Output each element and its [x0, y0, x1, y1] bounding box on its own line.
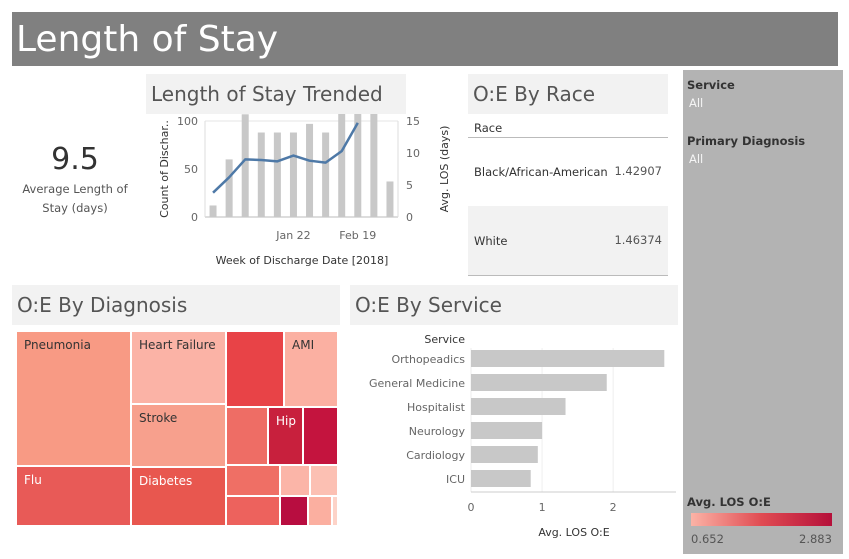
trend-left-tick-label: 0: [191, 211, 198, 224]
race-name: White: [474, 234, 508, 248]
service-category-label: Orthopeadics: [391, 353, 465, 366]
trend-bar: [225, 159, 233, 217]
treemap-cell-heart-failure[interactable]: Heart Failure: [131, 331, 226, 404]
filter-panel: Service All Primary Diagnosis All Avg. L…: [683, 70, 843, 554]
trend-x-axis-title: Week of Discharge Date [2018]: [216, 254, 389, 267]
kpi-value: 9.5: [51, 142, 99, 177]
service-chart: Service Orthopeadics General Medicine Hospi…: [369, 333, 676, 539]
service-filter-title: Service: [687, 78, 735, 92]
treemap-cell[interactable]: [308, 496, 332, 526]
service-bar: [471, 422, 543, 439]
treemap-label: Hip: [276, 414, 296, 428]
treemap-label: Heart Failure: [139, 338, 216, 352]
trend-bar: [322, 132, 330, 217]
service-filter-value[interactable]: All: [689, 96, 703, 110]
treemap-cell-flu[interactable]: Flu: [16, 466, 131, 526]
dashboard-title: Length of Stay: [16, 19, 279, 60]
treemap-cell[interactable]: [280, 496, 308, 526]
service-x-tick-label: 2: [610, 501, 617, 514]
service-panel-title: O:E By Service: [350, 285, 678, 325]
service-category-label: ICU: [446, 473, 465, 486]
trend-panel-title: Length of Stay Trended: [146, 74, 406, 114]
service-category-header: Service: [424, 333, 465, 346]
race-table-bottom-rule: [468, 275, 668, 276]
trend-left-tick-label: 50: [184, 163, 198, 176]
color-legend-gradient: [691, 513, 832, 526]
trend-bar: [338, 114, 346, 217]
trend-bar: [386, 181, 394, 217]
race-panel-title: O:E By Race: [468, 74, 668, 114]
service-category-label: General Medicine: [369, 377, 465, 390]
legend-min-label: 0.652: [691, 532, 724, 546]
trend-bar: [241, 114, 249, 217]
diagnosis-filter-value[interactable]: All: [689, 152, 703, 166]
treemap-cell[interactable]: [310, 465, 338, 496]
service-x-tick-label: 0: [468, 501, 475, 514]
treemap-cell[interactable]: [226, 331, 284, 407]
trend-bar: [306, 123, 314, 217]
trend-right-tick-label: 10: [406, 147, 420, 160]
race-oe-value: 1.42907: [614, 164, 662, 178]
service-category-label: Cardiology: [406, 449, 465, 462]
treemap-label: Stroke: [139, 411, 178, 425]
trend-right-tick-label: 15: [406, 115, 420, 128]
legend-max-label: 2.883: [799, 532, 832, 546]
trend-bar: [370, 114, 378, 217]
service-bar: [471, 350, 665, 367]
treemap-cell[interactable]: [226, 407, 268, 465]
trend-bar: [257, 132, 265, 217]
trend-x-tick-label: Feb 19: [339, 229, 376, 242]
race-row[interactable]: Black/African-American 1.42907: [468, 138, 668, 206]
service-bar: [471, 446, 538, 463]
trend-bar: [273, 132, 281, 217]
treemap-cell[interactable]: [303, 407, 338, 465]
treemap-cell-hip[interactable]: Hip: [268, 407, 303, 465]
treemap-cell[interactable]: [226, 465, 280, 496]
trend-bar: [209, 205, 217, 217]
treemap-label: Diabetes: [139, 474, 193, 488]
service-category-label: Hospitalist: [407, 401, 466, 414]
treemap-label: Pneumonia: [24, 338, 91, 352]
race-column-header: Race: [474, 121, 503, 135]
legend-title: Avg. LOS O:E: [687, 495, 771, 509]
diagnosis-filter-title: Primary Diagnosis: [687, 134, 806, 148]
treemap-label: AMI: [292, 338, 315, 352]
race-row[interactable]: White 1.46374: [468, 206, 668, 275]
kpi-label: Average Length of Stay (days): [22, 182, 128, 215]
avg-los-line: [212, 122, 359, 194]
service-bar: [471, 398, 566, 415]
treemap-label: Flu: [24, 473, 42, 487]
trend-left-axis-title: Count of Dischar..: [158, 120, 171, 218]
race-name: Black/African-American: [474, 165, 608, 179]
treemap-cell[interactable]: [226, 496, 280, 526]
service-x-tick-label: 1: [539, 501, 546, 514]
service-bar: [471, 470, 531, 487]
race-oe-value: 1.46374: [614, 233, 662, 247]
service-category-label: Neurology: [409, 425, 466, 438]
service-x-axis-title: Avg. LOS O:E: [538, 526, 609, 539]
treemap-cell-ami[interactable]: AMI: [284, 331, 338, 407]
diagnosis-panel-title: O:E By Diagnosis: [12, 285, 340, 325]
diagnosis-treemap: Pneumonia Flu Heart Failure Stroke Diabe…: [16, 331, 338, 526]
trend-left-tick-label: 100: [177, 115, 198, 128]
trend-x-tick-label: Jan 22: [275, 229, 310, 242]
treemap-cell-pneumonia[interactable]: Pneumonia: [16, 331, 131, 466]
trend-chart: 100500151050Jan 22 Feb 19Count of Dischar…: [158, 114, 451, 267]
treemap-cell[interactable]: [332, 496, 338, 526]
treemap-cell-stroke[interactable]: Stroke: [131, 404, 226, 467]
trend-right-tick-label: 5: [406, 179, 413, 192]
service-bar: [471, 374, 607, 391]
trend-right-axis-title: Avg. LOS (days): [438, 126, 451, 213]
treemap-cell-diabetes[interactable]: Diabetes: [131, 467, 226, 526]
treemap-cell[interactable]: [280, 465, 310, 496]
trend-bar: [289, 132, 297, 217]
trend-right-tick-label: 0: [406, 211, 413, 224]
